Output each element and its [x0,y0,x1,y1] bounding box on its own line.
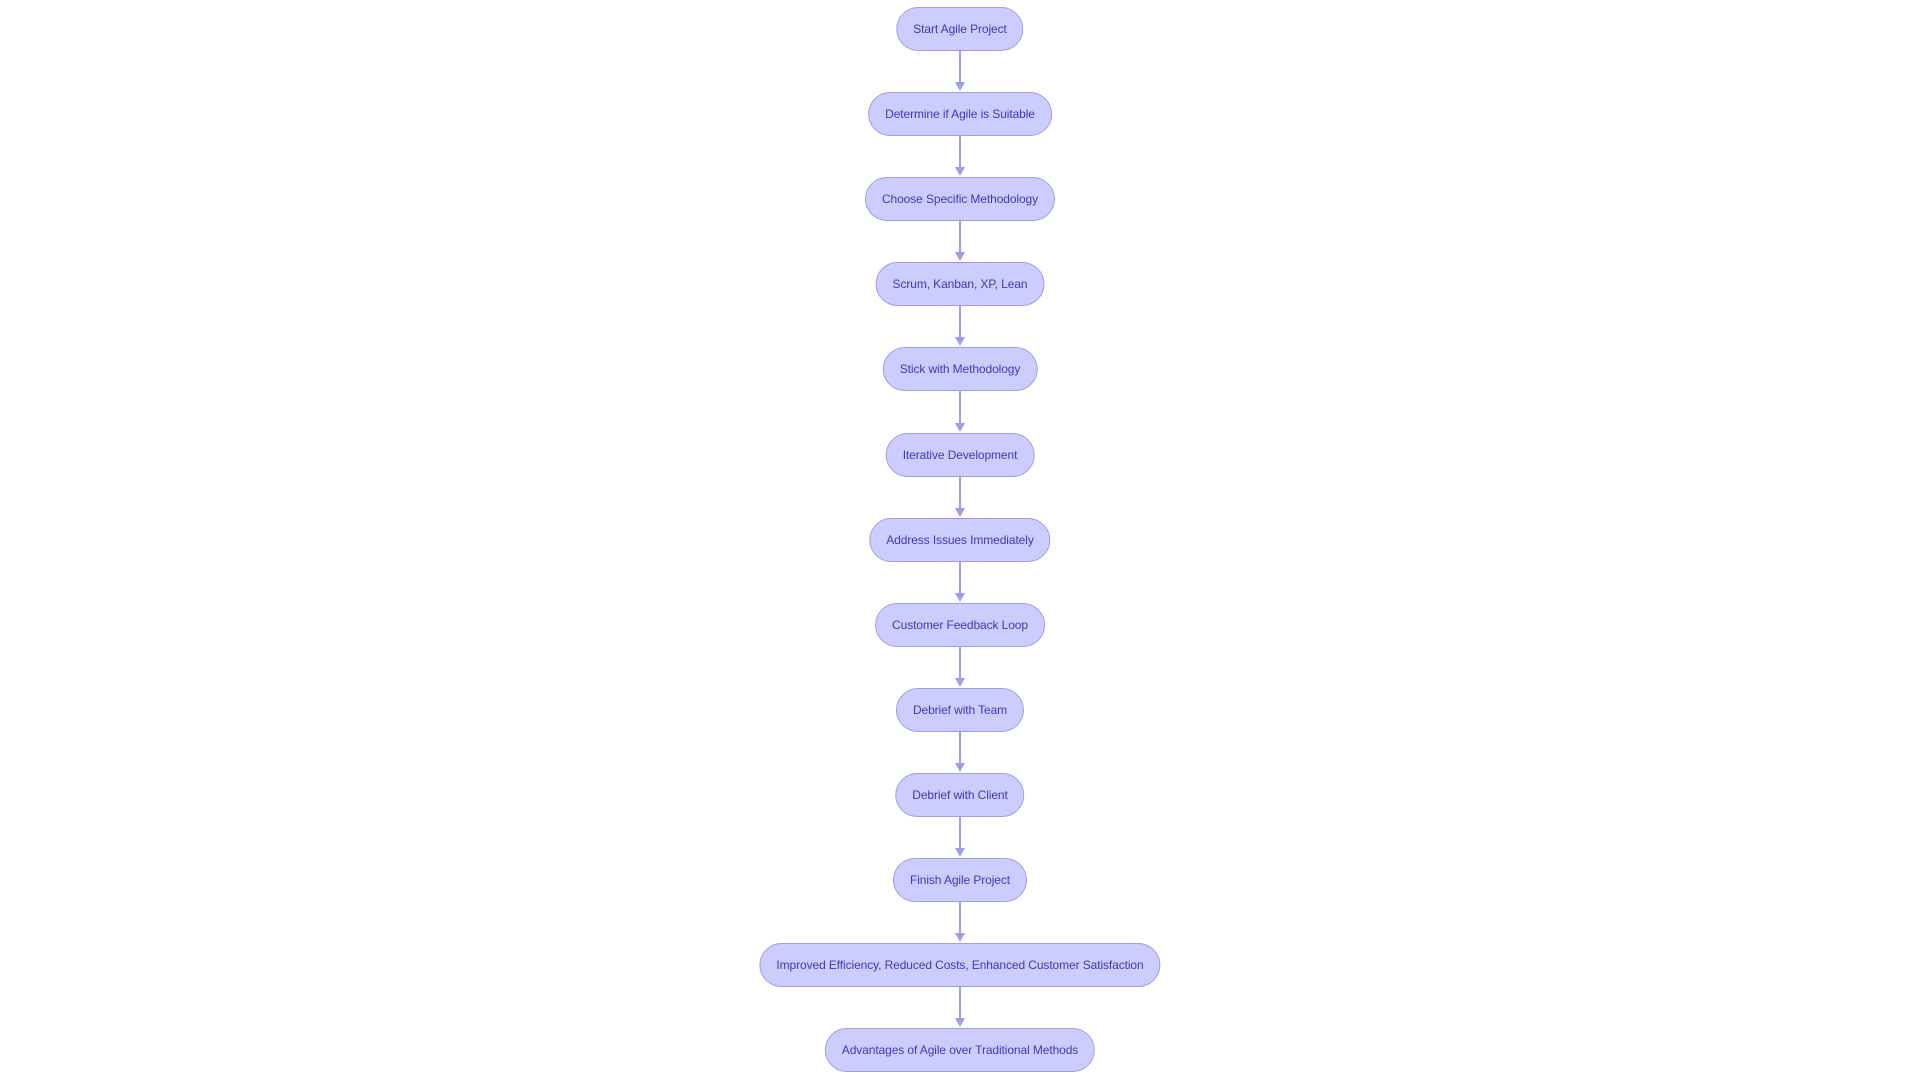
node-advantages[interactable]: Advantages of Agile over Traditional Met… [824,1028,1096,1072]
node-start[interactable]: Start Agile Project [896,7,1024,51]
node-benefits[interactable]: Improved Efficiency, Reduced Costs, Enha… [759,943,1161,987]
arrowhead-icon [955,337,965,346]
node-debrief-team[interactable]: Debrief with Team [895,688,1025,732]
arrowhead-icon [955,848,965,857]
edge-benefits-to-advantages [955,987,965,1027]
node-methods[interactable]: Scrum, Kanban, XP, Lean [875,262,1045,306]
edge-start-to-determine [955,51,965,91]
edge-methods-to-stick [955,306,965,346]
arrowhead-icon [955,252,965,261]
arrowhead-icon [955,933,965,942]
node-iterative[interactable]: Iterative Development [885,433,1035,477]
arrowhead-icon [955,1018,965,1027]
flowchart: Start Agile Project Determine if Agile i… [0,0,1920,1080]
node-debrief-client[interactable]: Debrief with Client [895,773,1025,817]
edge-choose-to-methods [955,221,965,261]
arrowhead-icon [955,423,965,432]
arrowhead-icon [955,763,965,772]
node-feedback[interactable]: Customer Feedback Loop [875,603,1045,647]
arrowhead-icon [955,167,965,176]
arrowhead-icon [955,678,965,687]
node-choose[interactable]: Choose Specific Methodology [864,177,1056,221]
edge-iterative-to-address [955,477,965,517]
arrowhead-icon [955,508,965,517]
edge-debrief-client-to-finish [955,817,965,857]
node-address[interactable]: Address Issues Immediately [869,518,1051,562]
edge-determine-to-choose [955,136,965,176]
node-stick[interactable]: Stick with Methodology [882,347,1038,391]
arrowhead-icon [955,82,965,91]
edge-finish-to-benefits [955,902,965,942]
edge-stick-to-iterative [955,391,965,432]
arrowhead-icon [955,593,965,602]
edge-feedback-to-debrief-team [955,647,965,687]
node-finish[interactable]: Finish Agile Project [892,858,1028,902]
edge-debrief-team-to-debrief-client [955,732,965,772]
edge-address-to-feedback [955,562,965,602]
node-determine[interactable]: Determine if Agile is Suitable [868,92,1052,136]
